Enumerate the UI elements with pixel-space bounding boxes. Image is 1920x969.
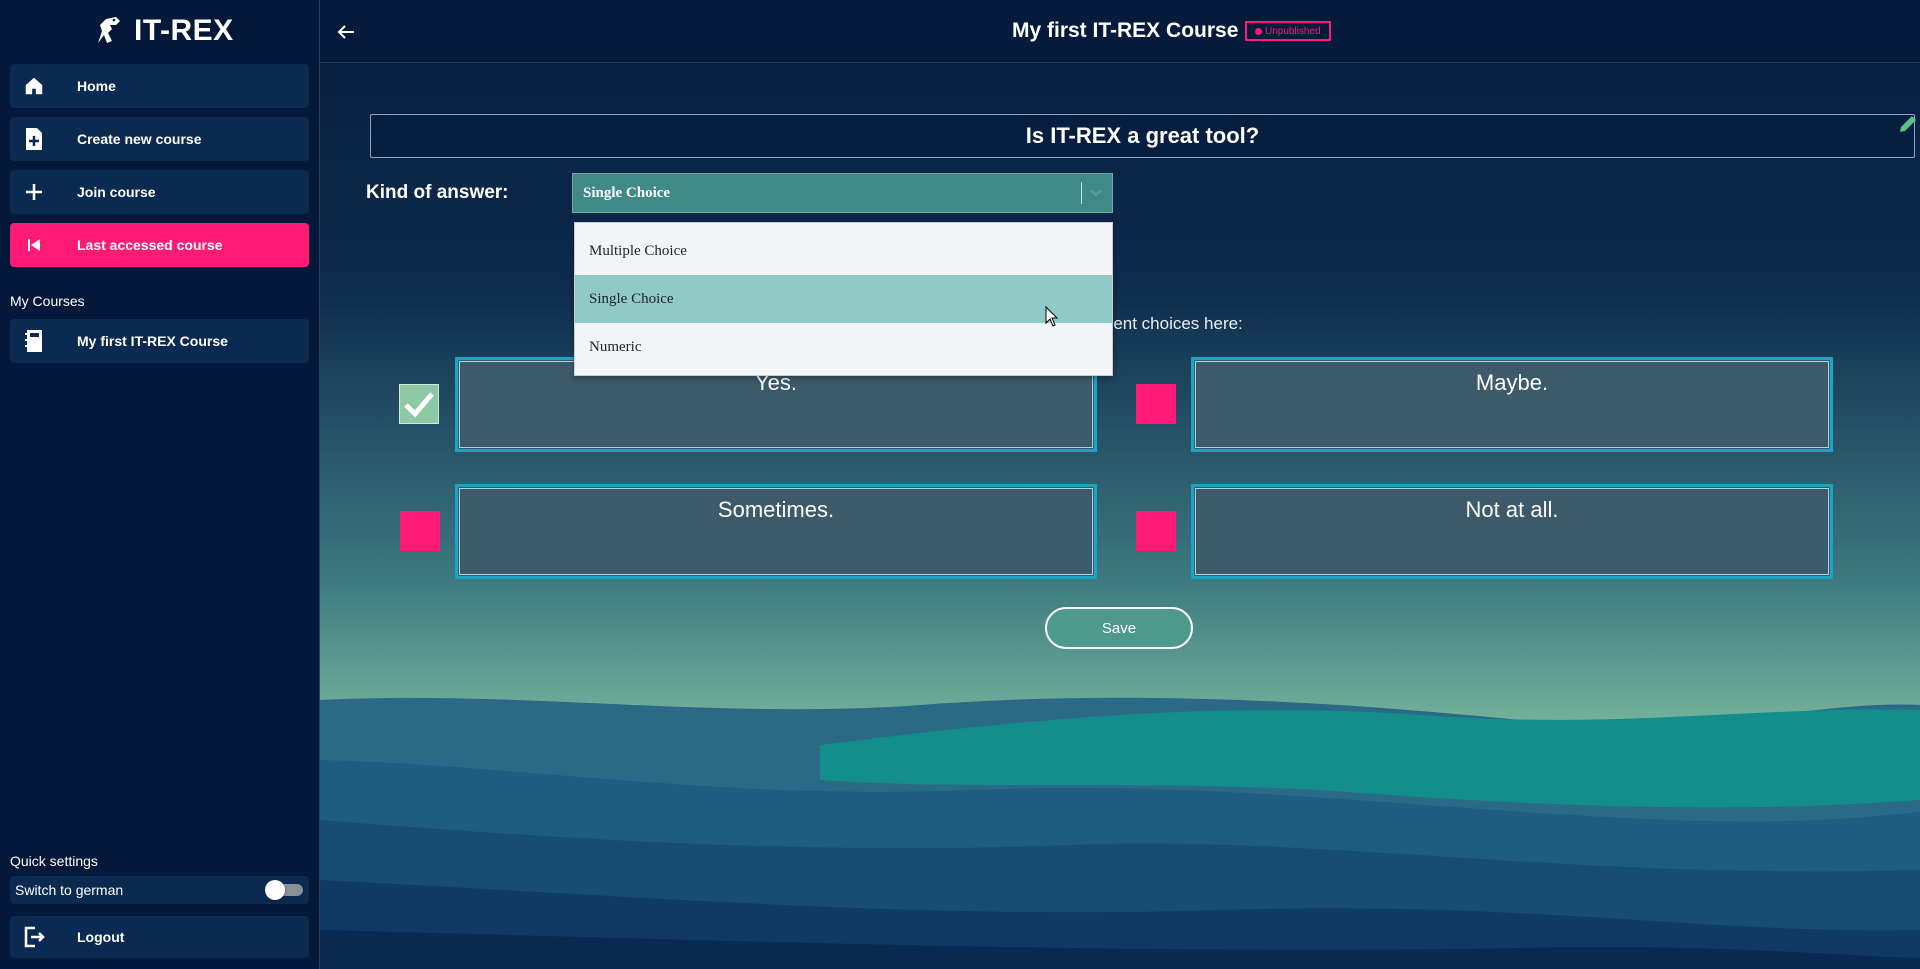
option-single-choice[interactable]: Single Choice xyxy=(575,275,1112,323)
option-numeric[interactable]: Numeric xyxy=(575,323,1112,371)
choice-4-correct-checkbox[interactable] xyxy=(1136,511,1176,551)
checkmark-icon xyxy=(404,392,434,418)
notebook-icon xyxy=(21,328,47,354)
choice-3-text: Sometimes. xyxy=(717,497,835,522)
app-logo[interactable]: IT-REX xyxy=(90,10,234,52)
chevron-down-icon xyxy=(1090,189,1102,197)
pencil-icon[interactable] xyxy=(1896,112,1920,136)
answer-kind-dropdown: Multiple Choice Single Choice Numeric xyxy=(574,222,1113,376)
choice-2-text: Maybe. xyxy=(1475,370,1549,395)
back-arrow-icon[interactable] xyxy=(334,20,358,44)
course-title: My first IT-REX Course xyxy=(1012,19,1239,42)
app-name: IT-REX xyxy=(134,14,234,47)
switch-german-row: Switch to german xyxy=(10,876,309,904)
sidebar-item-label: Home xyxy=(77,78,116,94)
sidebar: IT-REX Home Create new course Join cours… xyxy=(0,0,320,969)
sidebar-item-last-accessed-course[interactable]: Last accessed course xyxy=(10,223,309,267)
sidebar-item-join-course[interactable]: Join course xyxy=(10,170,309,214)
sidebar-item-label: Last accessed course xyxy=(77,237,223,253)
choice-3-input[interactable]: Sometimes. xyxy=(455,484,1097,579)
status-badge-label: Unpublished xyxy=(1265,25,1321,37)
choice-4-text: Not at all. xyxy=(1465,497,1559,522)
sidebar-item-label: Join course xyxy=(77,184,156,200)
logout-button[interactable]: Logout xyxy=(10,916,309,958)
sidebar-item-create-course[interactable]: Create new course xyxy=(10,117,309,161)
logout-label: Logout xyxy=(77,929,125,945)
skip-back-icon xyxy=(21,232,47,258)
question-title-field[interactable]: Is IT-REX a great tool? xyxy=(370,114,1915,158)
toggle-knob xyxy=(265,880,285,900)
status-dot-icon xyxy=(1255,27,1262,35)
choice-3-correct-checkbox[interactable] xyxy=(400,511,440,551)
sidebar-item-label: My first IT-REX Course xyxy=(77,333,228,349)
quick-settings-heading: Quick settings xyxy=(10,853,98,869)
file-plus-icon xyxy=(21,126,47,152)
choice-1-text: Yes. xyxy=(754,370,797,395)
choice-2-input[interactable]: Maybe. xyxy=(1191,357,1833,452)
plus-icon xyxy=(21,179,47,205)
dinosaur-logo-icon xyxy=(98,17,120,43)
choice-2-correct-checkbox[interactable] xyxy=(1136,384,1176,424)
choice-4-input[interactable]: Not at all. xyxy=(1191,484,1833,579)
switch-german-toggle[interactable] xyxy=(265,880,303,900)
main-content: My first IT-REX Course Unpublished Is IT… xyxy=(320,0,1920,969)
top-bar: My first IT-REX Course Unpublished xyxy=(320,0,1920,63)
kind-of-answer-label: Kind of answer: xyxy=(366,182,509,203)
my-courses-heading: My Courses xyxy=(10,293,85,309)
status-badge: Unpublished xyxy=(1245,21,1331,41)
answer-kind-selected-value: Single Choice xyxy=(583,184,671,201)
select-arrow xyxy=(1081,174,1102,212)
save-button[interactable]: Save xyxy=(1045,607,1193,649)
choice-1-correct-checkbox[interactable] xyxy=(399,384,439,424)
switch-german-label: Switch to german xyxy=(15,882,124,898)
sidebar-item-course[interactable]: My first IT-REX Course xyxy=(10,319,309,363)
question-title: Is IT-REX a great tool? xyxy=(1025,123,1260,148)
select-separator xyxy=(1081,182,1082,204)
logout-icon xyxy=(21,924,47,950)
sidebar-item-label: Create new course xyxy=(77,131,202,147)
sidebar-item-home[interactable]: Home xyxy=(10,64,309,108)
answer-kind-select[interactable]: Single Choice xyxy=(572,173,1113,213)
home-icon xyxy=(21,73,47,99)
mouse-cursor-icon xyxy=(1045,306,1059,327)
option-multiple-choice[interactable]: Multiple Choice xyxy=(575,227,1112,275)
